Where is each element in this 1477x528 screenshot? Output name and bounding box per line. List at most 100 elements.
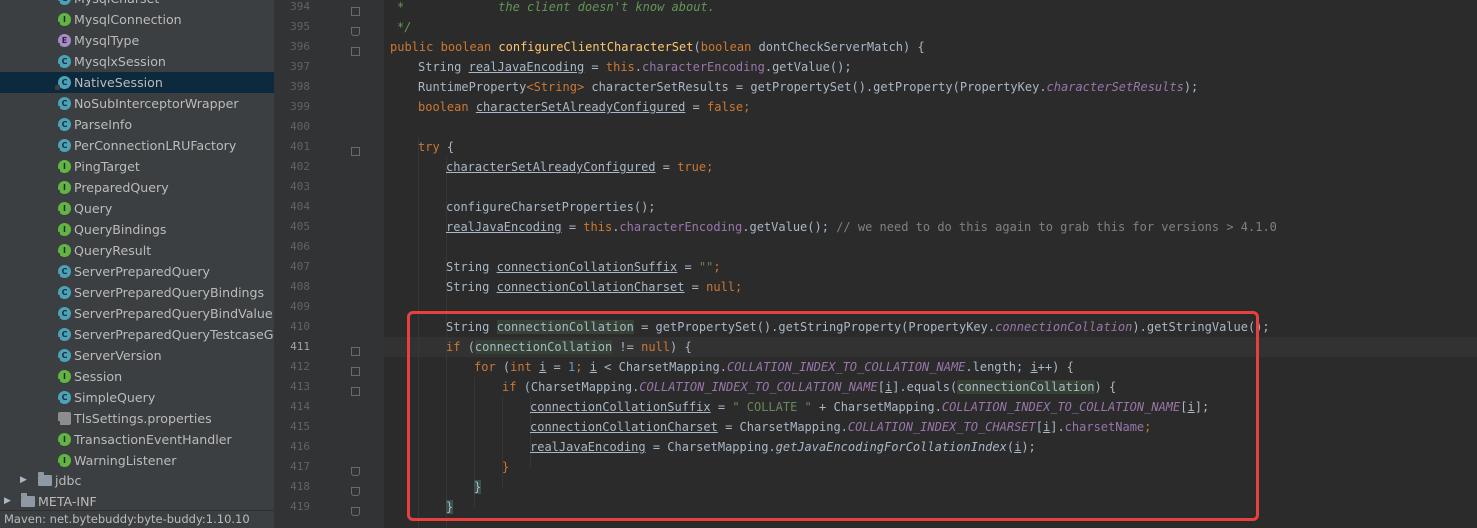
line-number: 407 <box>290 260 310 273</box>
tree-item[interactable]: I Session <box>0 366 274 387</box>
tree-item[interactable]: C ServerVersion <box>0 345 274 366</box>
line-number: 399 <box>290 100 310 113</box>
tree-folder-jdbc[interactable]: ▶ jdbc <box>0 470 274 491</box>
tree-item[interactable]: C NativeSession <box>0 72 274 93</box>
fold-marker-icon[interactable] <box>351 347 360 356</box>
tree-item[interactable]: TlsSettings.properties <box>0 408 274 429</box>
tree-item-label: PreparedQuery <box>74 180 169 195</box>
tree-item-label: SimpleQuery <box>74 390 156 405</box>
code-line-407[interactable]: String connectionCollationSuffix = ""; <box>446 257 721 277</box>
code-line-402[interactable]: characterSetAlreadyConfigured = true; <box>446 157 713 177</box>
line-number: 414 <box>290 400 310 413</box>
tree-item-label: QueryBindings <box>74 222 167 237</box>
fold-marker-icon[interactable] <box>351 47 360 56</box>
tree-item-label: MysqlxSession <box>74 54 166 69</box>
tree-item[interactable]: CMysqlCharset <box>0 0 274 9</box>
tree-item-label: PingTarget <box>74 159 140 174</box>
code-line-404[interactable]: configureCharsetProperties(); <box>446 197 656 217</box>
tree-item-label: MysqlConnection <box>74 12 182 27</box>
line-number: 397 <box>290 60 310 73</box>
tree-item[interactable]: C SimpleQuery <box>0 387 274 408</box>
class-icon: C <box>55 328 71 342</box>
fold-marker-icon[interactable] <box>351 487 360 496</box>
tree-item[interactable]: C MysqlxSession <box>0 51 274 72</box>
tree-item-label: MysqlCharset <box>74 0 159 9</box>
tree-item-label: TlsSettings.properties <box>74 411 212 426</box>
tree-item-label: ServerPreparedQueryTestcaseGenerator <box>74 327 274 342</box>
fold-marker-icon[interactable] <box>351 467 360 476</box>
code-line-395[interactable]: */ <box>397 17 411 37</box>
code-line-408[interactable]: String connectionCollationCharset = null… <box>446 277 742 297</box>
tree-item[interactable]: C PerConnectionLRUFactory <box>0 135 274 156</box>
tree-item-label: ServerPreparedQueryBindValue <box>74 306 273 321</box>
folder-icon <box>21 493 35 507</box>
fold-marker-icon[interactable] <box>351 507 360 516</box>
interface-icon: I <box>55 160 71 174</box>
tree-item[interactable]: C ServerPreparedQueryBindValue <box>0 303 274 324</box>
line-number: 396 <box>290 40 310 53</box>
fold-marker-icon[interactable] <box>351 147 360 156</box>
line-number: 419 <box>290 500 310 513</box>
tree-item[interactable]: I PreparedQuery <box>0 177 274 198</box>
interface-icon: I <box>55 202 71 216</box>
line-number: 417 <box>290 460 310 473</box>
tree-item[interactable]: CServerPreparedQueryTestcaseGenerator <box>0 324 274 345</box>
tree-item-label: ServerPreparedQuery <box>74 264 210 279</box>
code-line-405[interactable]: realJavaEncoding = this.characterEncodin… <box>446 217 1277 237</box>
code-line-396[interactable]: public boolean configureClientCharacterS… <box>390 37 925 57</box>
tree-folder-label: META-INF <box>38 494 97 509</box>
tree-item[interactable]: C ServerPreparedQueryBindings <box>0 282 274 303</box>
fold-marker-icon[interactable] <box>351 7 360 16</box>
package-folder-icon <box>38 472 52 486</box>
annotation-highlight-box <box>407 311 1259 521</box>
code-line-399[interactable]: boolean characterSetAlreadyConfigured = … <box>418 97 750 117</box>
project-tree: CMysqlCharsetIMysqlConnectionEMysqlTypeC… <box>0 0 275 528</box>
line-number: 402 <box>290 160 310 173</box>
tree-folder-meta-inf[interactable]: ▶ META-INF <box>0 491 274 512</box>
code-line-401[interactable]: try { <box>418 137 454 157</box>
tree-item-label: Session <box>74 369 123 384</box>
tree-item-label: NoSubInterceptorWrapper <box>74 96 239 111</box>
properties-file-icon <box>55 412 71 426</box>
tree-item[interactable]: I MysqlConnection <box>0 9 274 30</box>
line-number: 404 <box>290 200 310 213</box>
line-number: 405 <box>290 220 310 233</box>
tree-item-label: ServerPreparedQueryBindings <box>74 285 265 300</box>
tree-folder-label: jdbc <box>55 473 82 488</box>
editor-gutter: 394 395 396 397 398 399 400 401 402 403 404 405 406 4… <box>274 0 384 528</box>
expand-arrow-icon[interactable]: ▶ <box>20 470 27 491</box>
code-line-398[interactable]: RuntimeProperty<String> characterSetResu… <box>418 77 1198 97</box>
code-line-397[interactable]: String realJavaEncoding = this.character… <box>418 57 852 77</box>
tree-item-label: NativeSession <box>74 75 163 90</box>
fold-marker-icon[interactable] <box>351 27 360 36</box>
tree-item-label: ParseInfo <box>74 117 133 132</box>
tree-item-label: MysqlType <box>74 33 140 48</box>
tree-item[interactable]: I WarningListener <box>0 450 274 471</box>
fold-marker-icon[interactable] <box>351 387 360 396</box>
tree-item-label: PerConnectionLRUFactory <box>74 138 237 153</box>
tree-item[interactable]: I TransactionEventHandler <box>0 429 274 450</box>
tree-item-label: WarningListener <box>74 453 177 468</box>
expand-arrow-icon[interactable]: ▶ <box>4 491 11 512</box>
tree-item[interactable]: I Query <box>0 198 274 219</box>
line-number: 415 <box>290 420 310 433</box>
tree-item-label: Query <box>74 201 113 216</box>
line-number: 408 <box>290 280 310 293</box>
tree-item[interactable]: C NoSubInterceptorWrapper <box>0 93 274 114</box>
tree-item[interactable]: I QueryResult <box>0 240 274 261</box>
tree-item[interactable]: C ServerPreparedQuery <box>0 261 274 282</box>
tree-item-label: ServerVersion <box>74 348 162 363</box>
fold-marker-icon[interactable] <box>351 367 360 376</box>
class-icon: C <box>55 391 71 405</box>
tree-item[interactable]: I PingTarget <box>0 156 274 177</box>
tree-item[interactable]: E MysqlType <box>0 30 274 51</box>
class-icon: C <box>55 76 71 90</box>
status-text: Maven: net.bytebuddy:byte-buddy:1.10.10 <box>4 512 250 526</box>
code-line-394[interactable]: * the client doesn't know about. <box>397 0 715 17</box>
class-icon: C <box>55 307 71 321</box>
tree-item[interactable]: C ParseInfo <box>0 114 274 135</box>
status-bar: Maven: net.bytebuddy:byte-buddy:1.10.10 <box>0 510 274 528</box>
tree-item[interactable]: I QueryBindings <box>0 219 274 240</box>
interface-icon: I <box>55 454 71 468</box>
line-number: 410 <box>290 320 310 333</box>
